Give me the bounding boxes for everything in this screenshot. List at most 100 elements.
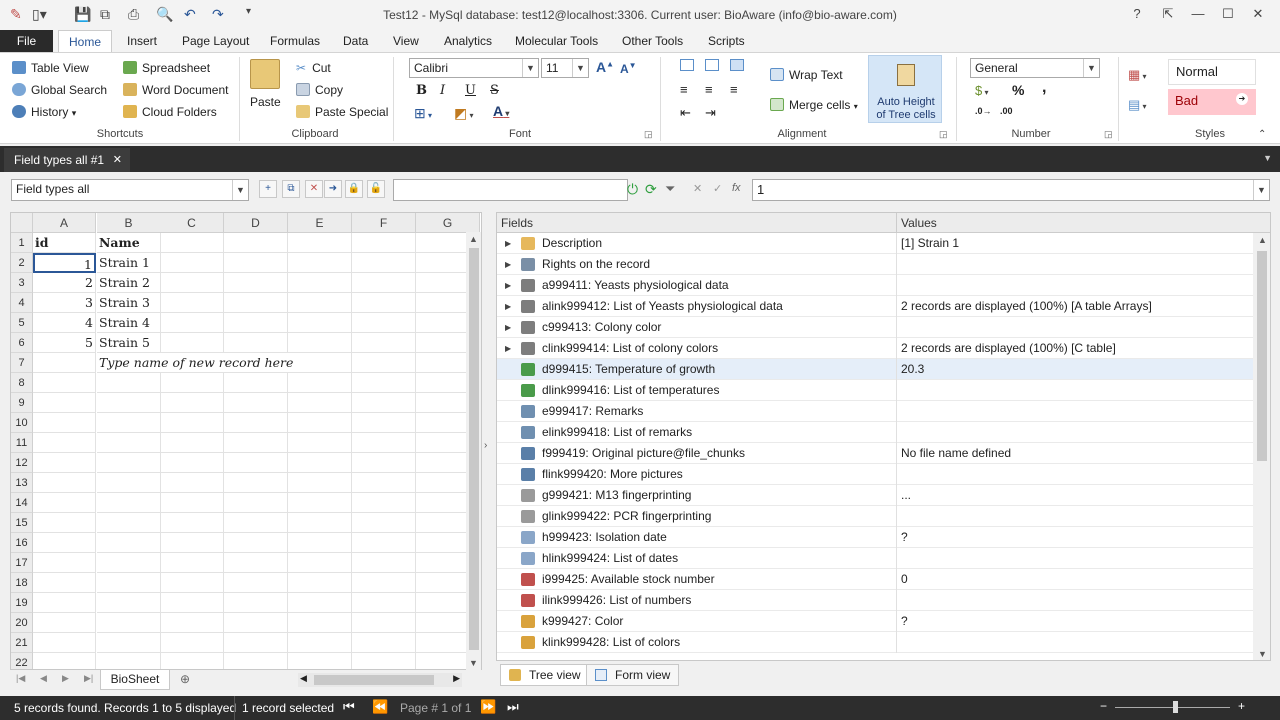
- values-column-header[interactable]: Values: [897, 213, 1270, 233]
- grid-cell[interactable]: [224, 293, 288, 313]
- grid-cell[interactable]: [33, 653, 96, 669]
- copy-button[interactable]: Copy: [296, 83, 343, 97]
- grid-cell[interactable]: [224, 393, 288, 413]
- reload-icon[interactable]: ⟳: [645, 181, 657, 198]
- align-top-icon[interactable]: [680, 59, 694, 71]
- grid-cell[interactable]: [97, 513, 161, 533]
- field-row[interactable]: g999421: M13 fingerprinting...: [497, 485, 1253, 506]
- select-all-corner[interactable]: [11, 213, 33, 233]
- row-header[interactable]: 4: [11, 293, 33, 313]
- strikethrough-button[interactable]: S: [490, 83, 499, 98]
- grid-cell[interactable]: [224, 533, 288, 553]
- grid-cell[interactable]: [288, 393, 352, 413]
- field-row[interactable]: klink999428: List of colors: [497, 632, 1253, 653]
- filter-icon[interactable]: ⏷: [665, 181, 675, 197]
- grid-cell[interactable]: [288, 493, 352, 513]
- increase-indent-icon[interactable]: ⇥: [705, 105, 716, 121]
- grid-cell[interactable]: [352, 653, 416, 669]
- tab-home[interactable]: Home: [58, 30, 113, 52]
- tab-scripts[interactable]: Scripts: [708, 30, 745, 52]
- row-header[interactable]: 2: [11, 253, 33, 273]
- grid-cell[interactable]: [33, 353, 96, 373]
- grid-cell[interactable]: [33, 593, 96, 613]
- grid-cell[interactable]: [160, 653, 224, 669]
- grid-cell[interactable]: [160, 313, 224, 333]
- fields-column-header[interactable]: Fields: [497, 213, 897, 233]
- field-row[interactable]: glink999422: PCR fingerprinting: [497, 506, 1253, 527]
- grid-cell[interactable]: [224, 413, 288, 433]
- cut-button[interactable]: ✂ Cut: [296, 61, 331, 75]
- field-row[interactable]: i999425: Available stock number 0: [497, 569, 1253, 590]
- grid-cell[interactable]: [288, 513, 352, 533]
- document-tab[interactable]: Field types all #1 ✕: [4, 148, 130, 172]
- borders-icon[interactable]: ⊞ ▾: [414, 105, 432, 122]
- grid-cell[interactable]: [224, 593, 288, 613]
- grid-cell[interactable]: [97, 553, 161, 573]
- grid-cell[interactable]: [33, 573, 96, 593]
- new-record-placeholder[interactable]: Type name of new record here: [97, 353, 317, 373]
- column-header[interactable]: G: [416, 213, 480, 233]
- row-header[interactable]: 19: [11, 593, 33, 613]
- grid-cell[interactable]: [288, 253, 352, 273]
- tab-molecular-tools[interactable]: Molecular Tools: [515, 30, 598, 52]
- field-value[interactable]: ?: [901, 611, 908, 632]
- grid-cell[interactable]: [33, 473, 96, 493]
- grid-cell[interactable]: [33, 633, 96, 653]
- grid-cell[interactable]: [288, 533, 352, 553]
- row-header[interactable]: 6: [11, 333, 33, 353]
- search-input[interactable]: [393, 179, 628, 201]
- grid-cell[interactable]: [352, 513, 416, 533]
- help-icon[interactable]: ?: [1125, 4, 1149, 24]
- grid-cell[interactable]: [97, 493, 161, 513]
- grid-cell[interactable]: [288, 313, 352, 333]
- row-header[interactable]: 10: [11, 413, 33, 433]
- grid-cell[interactable]: [224, 653, 288, 669]
- field-value[interactable]: [1] Strain 1: [901, 233, 959, 254]
- grid-cell[interactable]: [160, 633, 224, 653]
- zoom-out-icon[interactable]: −: [1100, 699, 1107, 713]
- grid-cell[interactable]: [160, 533, 224, 553]
- field-row[interactable]: ▶ alink999412: List of Yeasts physiologic…: [497, 296, 1253, 317]
- format-as-table-icon[interactable]: ▤ ▾: [1128, 97, 1147, 113]
- grid-cell[interactable]: [288, 233, 352, 253]
- align-right-icon[interactable]: ≡: [730, 82, 738, 97]
- row-header[interactable]: 22: [11, 653, 33, 669]
- formula-bar[interactable]: 1 ▼: [752, 179, 1270, 201]
- refresh-icon[interactable]: ⏻: [627, 181, 638, 198]
- grid-cell[interactable]: [352, 473, 416, 493]
- maximize-button[interactable]: ☐: [1216, 4, 1240, 24]
- grid-cell[interactable]: [352, 313, 416, 333]
- grid-cell[interactable]: [352, 273, 416, 293]
- field-row[interactable]: elink999418: List of remarks: [497, 422, 1253, 443]
- tab-page-layout[interactable]: Page Layout: [182, 30, 249, 52]
- grid-cell[interactable]: [97, 593, 161, 613]
- grid-cell[interactable]: 3: [33, 293, 96, 313]
- zoom-slider-thumb[interactable]: [1173, 701, 1178, 713]
- alignment-dialog-launcher-icon[interactable]: ◲: [939, 129, 948, 140]
- field-row[interactable]: ▶ Description [1] Strain 1: [497, 233, 1253, 254]
- grid-cell[interactable]: [352, 353, 416, 373]
- field-value[interactable]: ?: [901, 527, 908, 548]
- grid-cell[interactable]: [33, 513, 96, 533]
- underline-button[interactable]: U: [465, 83, 476, 98]
- cancel-edit-icon[interactable]: ✕: [693, 182, 702, 195]
- grid-cell[interactable]: [33, 453, 96, 473]
- column-header[interactable]: C: [160, 213, 224, 233]
- first-page-icon[interactable]: ⏮: [343, 699, 355, 715]
- next-page-icon[interactable]: ⏩: [480, 699, 496, 715]
- table-view-button[interactable]: Table View: [12, 61, 89, 75]
- auto-height-button[interactable]: Auto Height of Tree cells: [868, 55, 942, 123]
- tab-other-tools[interactable]: Other Tools: [622, 30, 683, 52]
- grid-cell[interactable]: [288, 273, 352, 293]
- grid-cell[interactable]: Strain 3: [97, 293, 161, 313]
- field-row[interactable]: flink999420: More pictures: [497, 464, 1253, 485]
- tab-insert[interactable]: Insert: [127, 30, 157, 52]
- grid-cell[interactable]: 1: [33, 253, 96, 273]
- row-header[interactable]: 7: [11, 353, 33, 373]
- paste-button[interactable]: Paste: [250, 95, 281, 109]
- close-tab-icon[interactable]: ✕: [113, 148, 122, 172]
- prev-sheet-icon[interactable]: ◀: [40, 673, 47, 684]
- grid-cell[interactable]: [33, 613, 96, 633]
- field-row[interactable]: f999419: Original picture@file_chunks No …: [497, 443, 1253, 464]
- grid-cell[interactable]: [224, 233, 288, 253]
